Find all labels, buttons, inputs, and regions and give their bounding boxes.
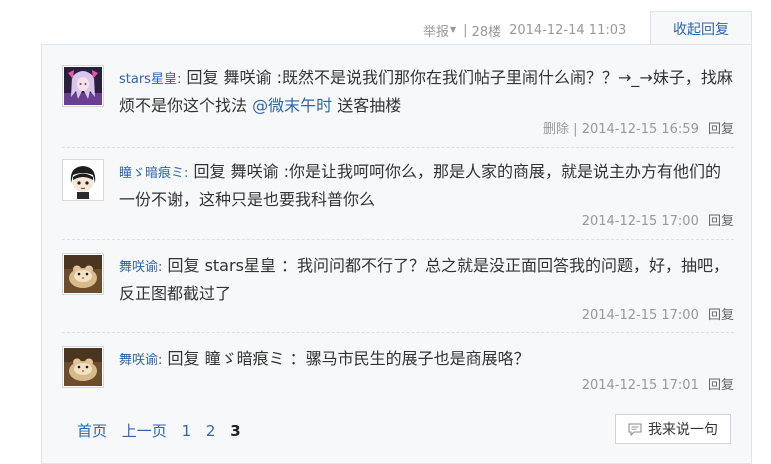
hamster-avatar-icon <box>64 255 102 293</box>
reply-link[interactable]: 回复 <box>708 378 734 393</box>
reply-link[interactable]: 回复 <box>708 122 734 137</box>
reply-link[interactable]: 回复 <box>708 308 734 323</box>
page-link-2[interactable]: 2 <box>206 422 216 440</box>
first-page-link[interactable]: 首页 <box>77 422 107 440</box>
say-something-button[interactable]: 我来说一句 <box>615 414 731 444</box>
prev-page-link[interactable]: 上一页 <box>122 422 167 440</box>
page-link-1[interactable]: 1 <box>182 422 192 440</box>
comment-username[interactable]: 舞咲谕: <box>119 260 162 275</box>
comment-divider <box>62 239 734 240</box>
reply-panel: stars星皇: 回复 舞咲谕 :既然不是说我们那你在我们帖子里闹什么闹？？→_… <box>41 44 752 464</box>
comment-datetime: 2014-12-15 17:01 <box>581 378 699 393</box>
comment-username[interactable]: 舞咲谕: <box>119 353 162 368</box>
post-datetime: 2014-12-14 11:03 <box>509 23 627 38</box>
comment-text: 回复 stars星皇 ：我问问都不行了？总之就是没正面回答我的问题，好，抽吧，反… <box>119 256 729 303</box>
cartoon-boy-avatar-icon <box>64 161 102 199</box>
comment-text-tail: 送客抽楼 <box>337 96 402 115</box>
comment-footer: 2014-12-15 17:00 回复 <box>582 304 734 323</box>
comment-body: 舞咲谕: 回复 stars星皇 ：我问问都不行了？总之就是没正面回答我的问题，好… <box>119 253 734 307</box>
comment-item: 舞咲谕: 回复 stars星皇 ：我问问都不行了？总之就是没正面回答我的问题，好… <box>62 253 734 328</box>
comment-item: 瞳ゞ暗痕ミ: 回复 舞咲谕 :你是让我呵呵你么，那是人家的商展，就是说主办方有他… <box>62 159 734 234</box>
comment-footer: 2014-12-15 17:01 回复 <box>582 374 734 393</box>
comment-datetime: 2014-12-15 17:00 <box>581 308 699 323</box>
avatar[interactable] <box>62 65 104 107</box>
comment-body: stars星皇: 回复 舞咲谕 :既然不是说我们那你在我们帖子里闹什么闹？？→_… <box>119 65 734 119</box>
comment-datetime: 2014-12-15 16:59 <box>581 122 699 137</box>
meta-separator: | <box>463 23 468 38</box>
footer-separator: | <box>573 122 578 137</box>
collapse-replies-button[interactable]: 收起回复 <box>650 11 752 45</box>
pagination: 首页 上一页 1 2 3 <box>77 420 251 441</box>
hamster-avatar-icon <box>64 348 102 386</box>
comment-divider <box>62 147 734 148</box>
comment-item: stars星皇: 回复 舞咲谕 :既然不是说我们那你在我们帖子里闹什么闹？？→_… <box>62 65 734 143</box>
delete-link[interactable]: 删除 <box>543 122 569 137</box>
anime-girl-avatar-icon <box>64 67 102 105</box>
avatar[interactable] <box>62 159 104 201</box>
post-meta: 举报 ▼ | 28楼 2014-12-14 11:03 <box>423 21 626 40</box>
caret-down-icon[interactable]: ▼ <box>450 25 456 34</box>
comment-text: 回复 舞咲谕 :你是让我呵呵你么，那是人家的商展，就是说主办方有他们的一份不谢，… <box>119 162 722 209</box>
comment-datetime: 2014-12-15 17:00 <box>581 214 699 229</box>
comment-body: 瞳ゞ暗痕ミ: 回复 舞咲谕 :你是让我呵呵你么，那是人家的商展，就是说主办方有他… <box>119 159 734 213</box>
avatar[interactable] <box>62 253 104 295</box>
reply-link[interactable]: 回复 <box>708 214 734 229</box>
comment-username[interactable]: stars星皇: <box>119 72 181 87</box>
comment-text: 回复 瞳ゞ暗痕ミ ：骡马市民生的展子也是商展咯？ <box>167 349 530 368</box>
comment-divider <box>62 332 734 333</box>
comment-item: 舞咲谕: 回复 瞳ゞ暗痕ミ ：骡马市民生的展子也是商展咯？ 2014-12-15… <box>62 346 734 396</box>
speech-bubble-icon <box>628 423 642 436</box>
mention-link[interactable]: @微末午时 <box>252 96 332 115</box>
comment-text: 回复 舞咲谕 :既然不是说我们那你在我们帖子里闹什么闹？？→_→妹子，找麻烦不是… <box>119 68 733 115</box>
comment-footer: 删除 | 2014-12-15 16:59 回复 <box>543 118 734 137</box>
comment-username[interactable]: 瞳ゞ暗痕ミ: <box>119 166 188 181</box>
current-page: 3 <box>230 422 241 440</box>
avatar[interactable] <box>62 346 104 388</box>
report-link[interactable]: 举报 <box>423 21 449 40</box>
comment-body: 舞咲谕: 回复 瞳ゞ暗痕ミ ：骡马市民生的展子也是商展咯？ <box>119 346 734 374</box>
say-button-label: 我来说一句 <box>648 422 718 438</box>
floor-number: 28楼 <box>471 25 502 40</box>
comment-footer: 2014-12-15 17:00 回复 <box>582 210 734 229</box>
